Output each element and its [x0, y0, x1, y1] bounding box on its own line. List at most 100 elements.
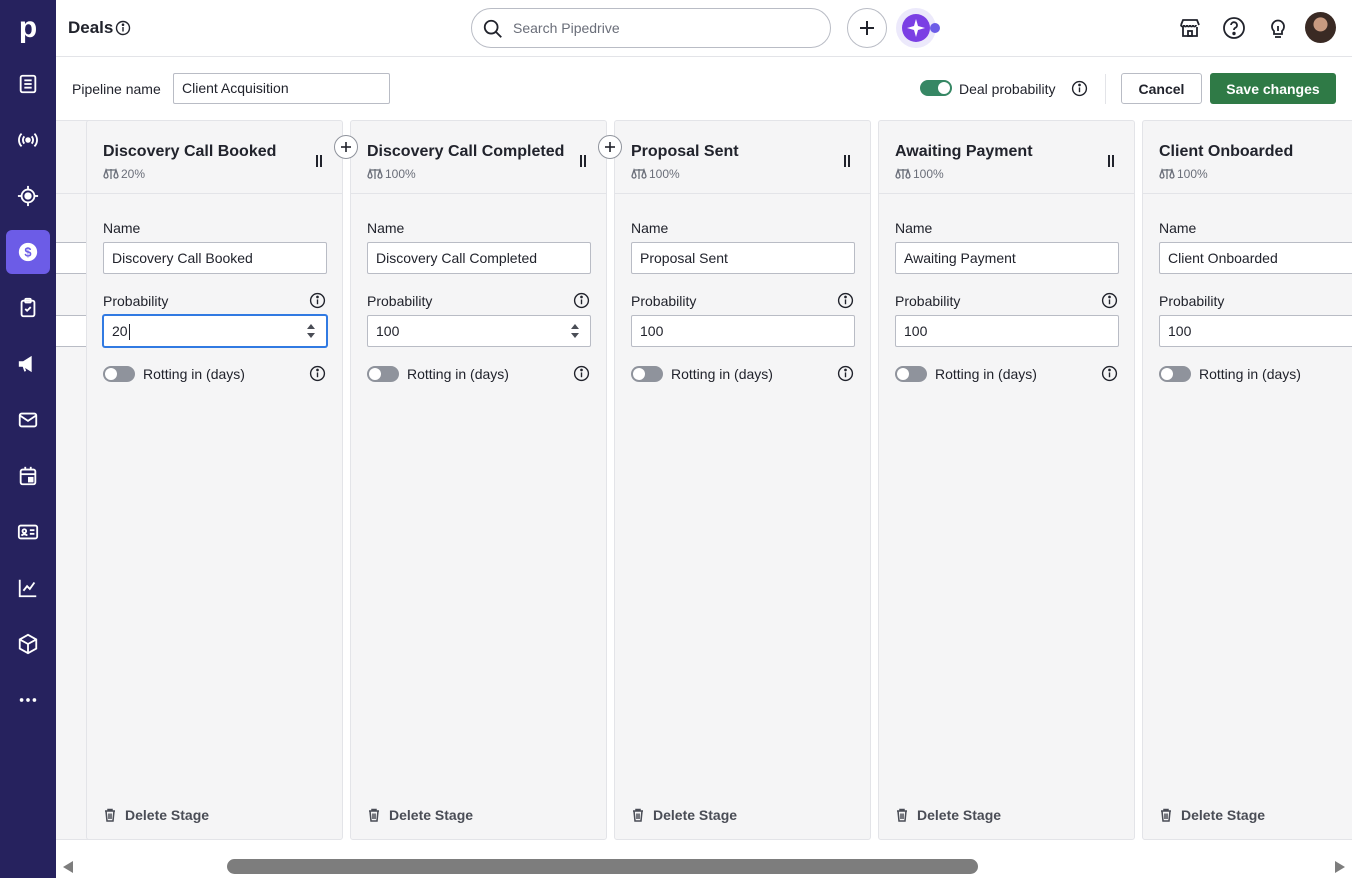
rotting-toggle[interactable]: [367, 366, 399, 382]
products-box-icon[interactable]: [6, 622, 50, 666]
sparkle-icon: [896, 8, 940, 48]
info-icon[interactable]: [1101, 292, 1118, 309]
cancel-button[interactable]: Cancel: [1121, 73, 1202, 104]
info-icon[interactable]: [837, 365, 854, 382]
scroll-right-arrow-icon[interactable]: [1334, 860, 1346, 874]
number-spinner-icon[interactable]: [570, 323, 580, 339]
drag-handle-icon[interactable]: [580, 155, 586, 167]
lightbulb-icon[interactable]: [1266, 16, 1290, 40]
deals-dollar-icon[interactable]: $: [6, 230, 50, 274]
help-icon[interactable]: [1222, 16, 1246, 40]
scale-icon: [103, 168, 119, 179]
scale-icon: [895, 168, 911, 179]
stage-probability-input[interactable]: 100: [1159, 315, 1352, 347]
add-stage-button[interactable]: [334, 135, 358, 159]
add-stage-button[interactable]: [598, 135, 622, 159]
user-avatar[interactable]: [1305, 12, 1336, 43]
stage-column: Proposal Sent 100% Name Proposal Sent Pr…: [614, 120, 871, 840]
stage-probability-badge: 100%: [367, 167, 416, 181]
stage-name-input[interactable]: Client Onboarded: [1159, 242, 1352, 274]
insights-chart-icon[interactable]: [6, 566, 50, 610]
search-input[interactable]: Search Pipedrive: [471, 8, 831, 48]
delete-stage-button[interactable]: Delete Stage: [1159, 807, 1265, 823]
stage-column: Discovery Call Completed 100% Name Disco…: [350, 120, 607, 840]
marketplace-icon[interactable]: [1178, 16, 1202, 40]
deal-probability-toggle[interactable]: [920, 80, 952, 96]
broadcast-icon[interactable]: [6, 118, 50, 162]
stage-title: Discovery Call Booked: [103, 143, 277, 160]
info-icon[interactable]: [1101, 365, 1118, 382]
stage-probability-badge: 100%: [631, 167, 680, 181]
name-label: Name: [1159, 220, 1197, 236]
rotting-label: Rotting in (days): [1199, 366, 1301, 382]
leads-inbox-icon[interactable]: [6, 62, 50, 106]
name-label: Name: [367, 220, 405, 236]
probability-label: Probability: [367, 293, 433, 309]
mail-icon[interactable]: [6, 398, 50, 442]
info-icon[interactable]: [573, 292, 590, 309]
stage-probability-input[interactable]: 100: [367, 315, 591, 347]
scale-icon: [367, 168, 383, 179]
trash-icon: [369, 808, 379, 822]
delete-stage-button[interactable]: Delete Stage: [367, 807, 473, 823]
scale-icon: [1159, 168, 1175, 179]
stage-header: Awaiting Payment 100%: [879, 121, 1134, 194]
pipeline-name-input[interactable]: Client Acquisition: [173, 73, 390, 104]
trash-icon: [1161, 808, 1171, 822]
stage-probability-input[interactable]: 100: [631, 315, 855, 347]
info-icon[interactable]: [1071, 80, 1088, 97]
stage-column: Discovery Call Booked 20% Name Discovery…: [86, 120, 343, 840]
contacts-card-icon[interactable]: [6, 510, 50, 554]
stage-title: Awaiting Payment: [895, 143, 1033, 160]
toolbar-divider: [1105, 74, 1106, 104]
info-icon[interactable]: [309, 365, 326, 382]
quick-add-button[interactable]: [847, 8, 887, 48]
rotting-toggle[interactable]: [1159, 366, 1191, 382]
stage-probability-input[interactable]: 100: [895, 315, 1119, 347]
save-changes-button[interactable]: Save changes: [1210, 73, 1336, 104]
pipeline-name-label: Pipeline name: [72, 81, 161, 97]
campaigns-megaphone-icon[interactable]: [6, 342, 50, 386]
rotting-label: Rotting in (days): [671, 366, 773, 382]
name-label: Name: [895, 220, 933, 236]
stage-column: Awaiting Payment 100% Name Awaiting Paym…: [878, 120, 1135, 840]
stage-header: Discovery Call Completed 100%: [351, 121, 606, 194]
stage-name-input[interactable]: Discovery Call Booked: [103, 242, 327, 274]
activities-clipboard-icon[interactable]: [6, 286, 50, 330]
delete-stage-button[interactable]: Delete Stage: [895, 807, 1001, 823]
stage-probability-input[interactable]: 20: [103, 315, 327, 347]
stage-name-input[interactable]: Awaiting Payment: [895, 242, 1119, 274]
stage-header: Client Onboarded 100%: [1143, 121, 1352, 194]
pipedrive-logo[interactable]: p: [0, 0, 56, 56]
rotting-label: Rotting in (days): [935, 366, 1037, 382]
info-icon[interactable]: [573, 365, 590, 382]
rotting-toggle[interactable]: [895, 366, 927, 382]
info-icon[interactable]: [309, 292, 326, 309]
probability-label: Probability: [895, 293, 961, 309]
rotting-label: Rotting in (days): [143, 366, 245, 382]
stage-name-input[interactable]: Proposal Sent: [631, 242, 855, 274]
stage-probability-badge: 20%: [103, 167, 145, 181]
drag-handle-icon[interactable]: [844, 155, 850, 167]
drag-handle-icon[interactable]: [316, 155, 322, 167]
probability-label: Probability: [1159, 293, 1225, 309]
drag-handle-icon[interactable]: [1108, 155, 1114, 167]
rotting-toggle[interactable]: [103, 366, 135, 382]
stage-title: Client Onboarded: [1159, 143, 1294, 160]
delete-stage-button[interactable]: Delete Stage: [103, 807, 209, 823]
stage-title: Discovery Call Completed: [367, 143, 565, 160]
target-icon[interactable]: [6, 174, 50, 218]
delete-stage-button[interactable]: Delete Stage: [631, 807, 737, 823]
scroll-left-arrow-icon[interactable]: [62, 860, 74, 874]
info-icon[interactable]: [115, 20, 131, 36]
ai-assistant-button[interactable]: [896, 8, 950, 48]
more-icon[interactable]: [6, 678, 50, 722]
rotting-toggle[interactable]: [631, 366, 663, 382]
horizontal-scrollbar-thumb[interactable]: [227, 859, 978, 874]
info-icon[interactable]: [837, 292, 854, 309]
stage-name-input[interactable]: Discovery Call Completed: [367, 242, 591, 274]
calendar-icon[interactable]: [6, 454, 50, 498]
trash-icon: [105, 808, 115, 822]
number-spinner-icon[interactable]: [306, 323, 316, 339]
page-title: Deals: [68, 18, 114, 37]
